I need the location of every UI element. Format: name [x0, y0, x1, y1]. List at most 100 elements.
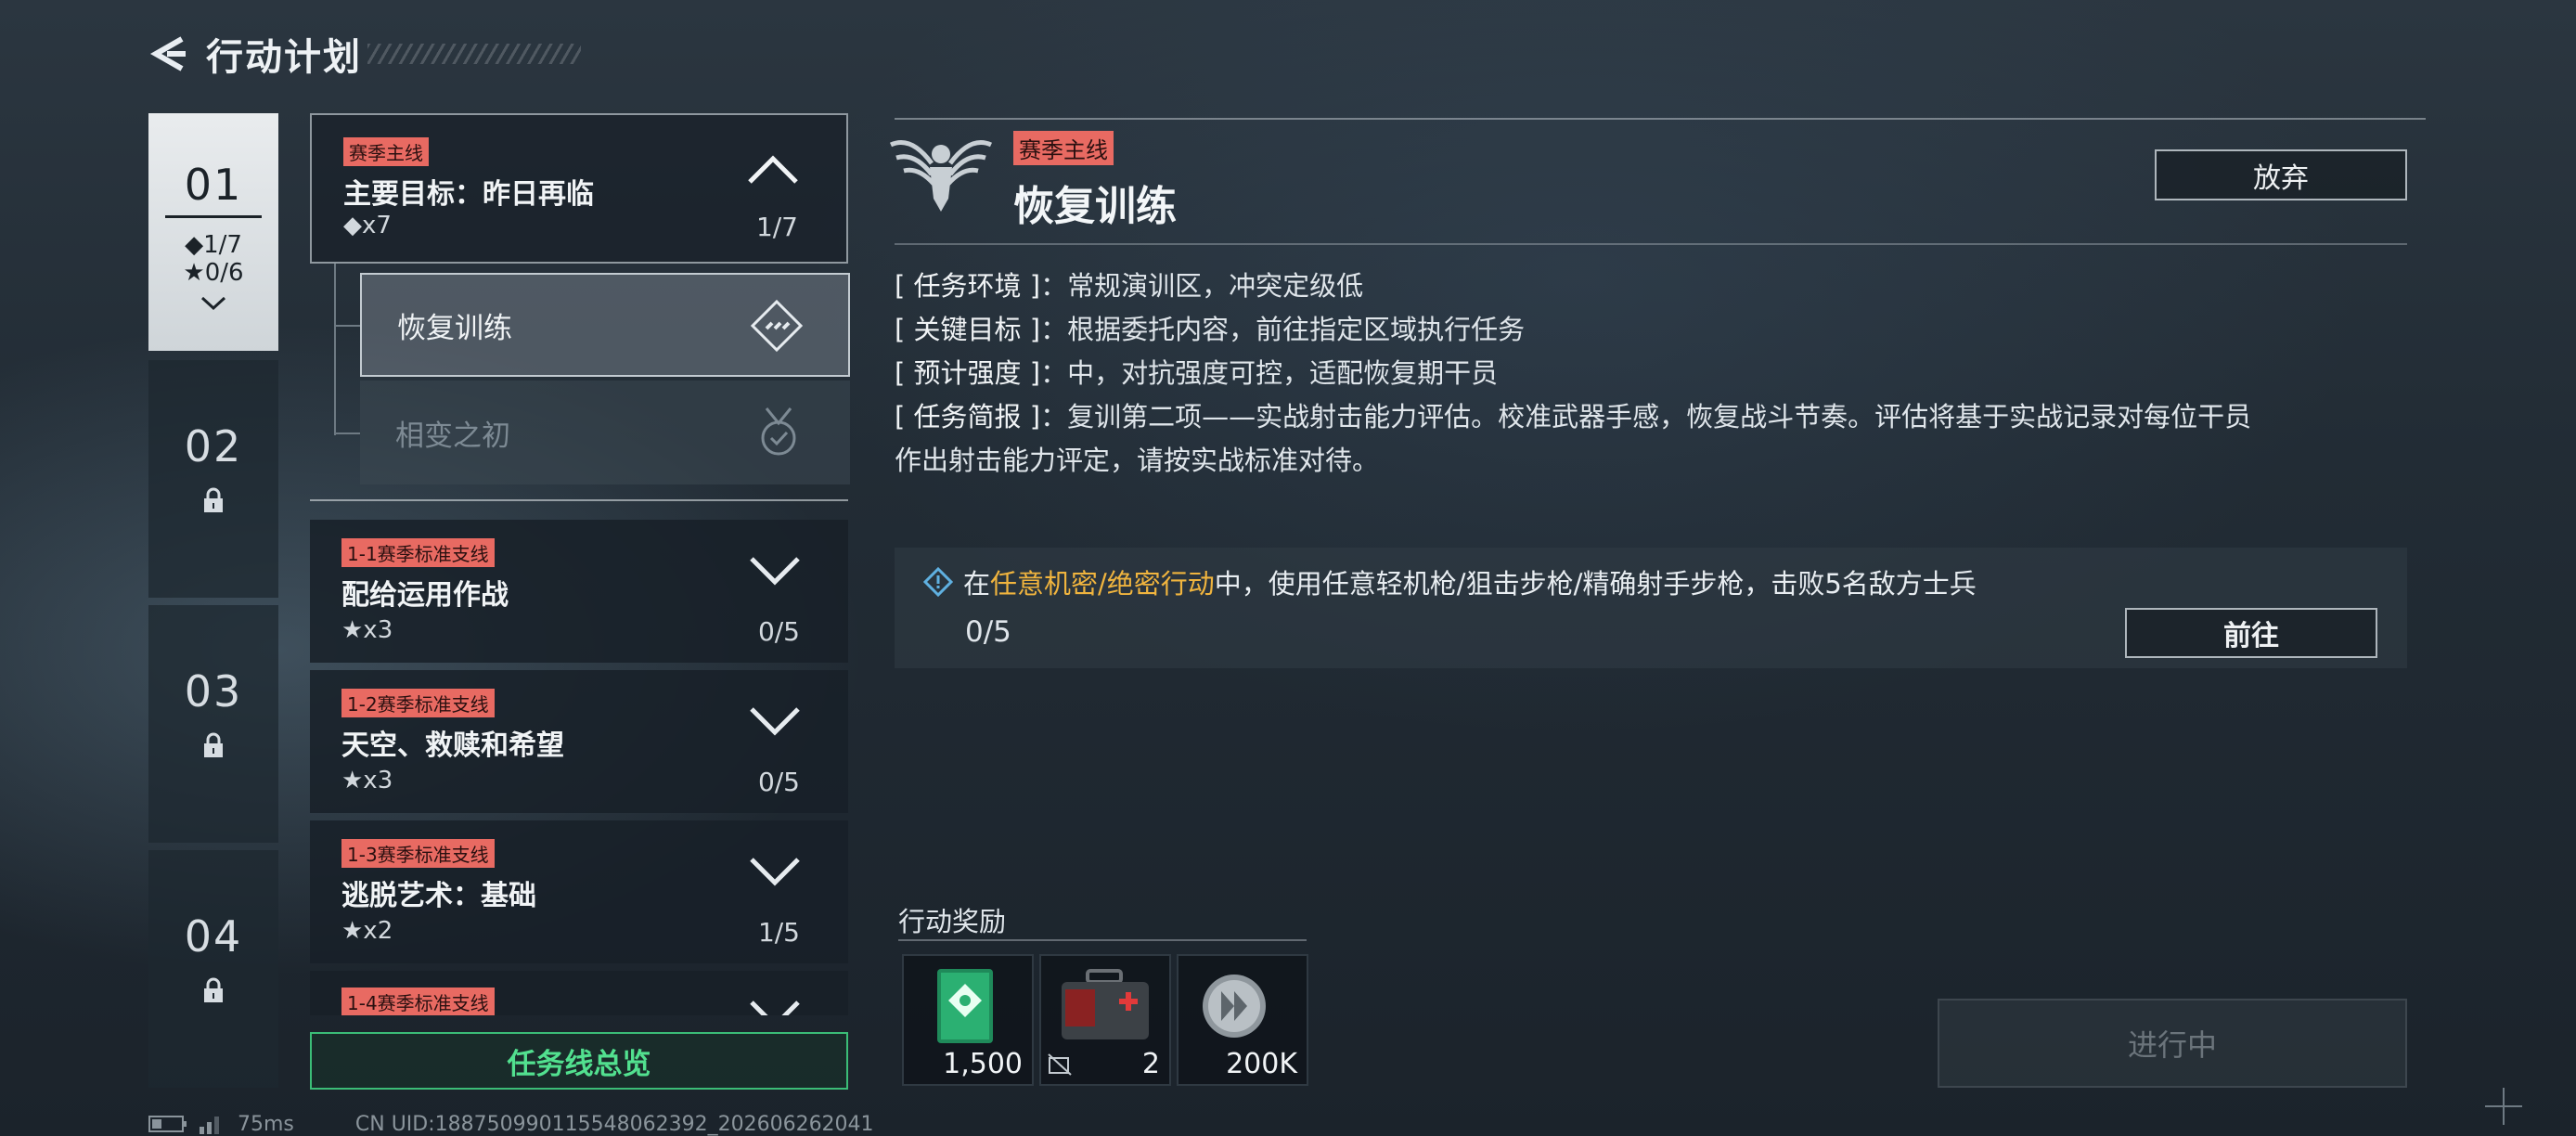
chapter-tab-01[interactable]: 01 ◆1/7 ★0/6	[148, 113, 278, 351]
objective-progress: 0/5	[965, 615, 1011, 649]
info-value: ：根据委托内容，前往指定区域执行任务	[1040, 314, 1526, 345]
sub-quest[interactable]: 相变之初	[360, 381, 850, 484]
info-key: [ 任务环境 ]	[895, 270, 1041, 302]
info-key: [ 关键目标 ]	[895, 314, 1041, 345]
reward-item[interactable]: 1,500	[902, 954, 1034, 1086]
quest-name: 逃脱艺术：基础	[341, 880, 536, 912]
chapter-number: 04	[184, 911, 243, 962]
reward-amount: 2	[1141, 1048, 1160, 1080]
quest-reward: ★x3	[341, 767, 393, 794]
quest-tag: 赛季主线	[343, 137, 429, 166]
quest-card[interactable]: 1-2赛季标准支线 天空、救赎和希望 ★x3 0/5	[310, 670, 848, 813]
divider	[895, 243, 2407, 245]
plus-icon	[2485, 1088, 2522, 1125]
lock-icon	[204, 487, 223, 512]
objective-text-part: 在	[963, 568, 991, 600]
divider	[895, 118, 2426, 120]
quest-progress: 1/7	[755, 212, 798, 242]
abandon-button[interactable]: 放弃	[2155, 149, 2407, 200]
chapter-number: 02	[184, 421, 243, 471]
info-briefing-cont: 作出射击能力评定，请按实战标准对待。	[895, 445, 1380, 476]
quest-tag: 1-1赛季标准支线	[341, 538, 495, 567]
quest-card[interactable]: 1-1赛季标准支线 配给运用作战 ★x3 0/5	[310, 520, 848, 663]
info-key: [ 预计强度 ]	[895, 357, 1041, 389]
info-value: ：复训第二项——实战射击能力评估。校准武器手感，恢复战斗节奏。评估将基于实战记录…	[1040, 401, 2252, 432]
chevron-down-icon[interactable]	[748, 856, 802, 887]
reward-amount: 200K	[1226, 1048, 1297, 1080]
chevron-down-icon[interactable]	[748, 999, 802, 1015]
battery-icon	[148, 1116, 187, 1132]
in-progress-button: 进行中	[1938, 999, 2407, 1088]
alert-diamond-icon	[923, 567, 953, 597]
sub-quest-selected[interactable]: 恢复训练	[360, 273, 850, 377]
in-progress-diamond-icon	[750, 299, 804, 353]
quest-progress: 0/5	[757, 616, 800, 647]
objective-text: 在任意机密/绝密行动中，使用任意轻机枪/狙击步枪/精确射手步枪，击败5名敌方士兵	[963, 562, 1977, 601]
quest-name: 天空、救赎和希望	[341, 729, 564, 762]
chevron-down-icon	[200, 296, 226, 311]
chapter-tab-03[interactable]: 03	[148, 605, 278, 843]
quest-card[interactable]: 1-3赛季标准支线 逃脱艺术：基础 ★x2 1/5	[310, 820, 848, 963]
divider	[165, 215, 262, 218]
goto-button[interactable]: 前往	[2125, 608, 2377, 658]
divider	[898, 939, 1307, 941]
rewards-label: 行动奖励	[898, 906, 1007, 937]
header: 行动计划	[148, 26, 581, 82]
back-arrow-icon[interactable]	[148, 33, 189, 74]
detail-tag: 赛季主线	[1013, 131, 1114, 165]
info-briefing: [ 任务简报 ]：复训第二项——实战射击能力评估。校准武器手感，恢复战斗节奏。评…	[895, 395, 2251, 434]
no-trade-icon	[1048, 1053, 1072, 1076]
chapter-tab-02[interactable]: 02	[148, 360, 278, 598]
silver-coin-icon	[1203, 975, 1266, 1038]
ping: 75ms	[238, 1112, 294, 1136]
info-value: ：常规演训区，冲突定级低	[1040, 270, 1364, 302]
tree-connector	[334, 325, 360, 327]
tree-connector	[334, 264, 336, 435]
info-value: ：中，对抗强度可控，适配恢复期干员	[1040, 357, 1499, 389]
green-badge-icon	[937, 969, 993, 1043]
quest-overview-button[interactable]: 任务线总览	[310, 1032, 848, 1090]
chapter-tab-04[interactable]: 04	[148, 850, 278, 1088]
chevron-down-icon[interactable]	[748, 705, 802, 737]
quest-progress: 0/5	[757, 767, 800, 797]
reward-item[interactable]: 200K	[1177, 954, 1308, 1086]
quest-name: 配给运用作战	[341, 579, 509, 612]
quest-name: 主要目标：昨日再临	[343, 178, 594, 211]
chapter-number: 01	[184, 160, 243, 210]
title-decoration	[367, 44, 581, 64]
main-quest-card[interactable]: 赛季主线 主要目标：昨日再临 ◆x7 1/7	[310, 113, 848, 264]
user-uid: CN UID:18875099011554806​2392_2026062620…	[354, 1112, 874, 1136]
info-environment: [ 任务环境 ]：常规演训区，冲突定级低	[895, 265, 1363, 303]
chapter-star-progress: ★0/6	[183, 259, 244, 287]
chevron-down-icon[interactable]	[748, 555, 802, 587]
page-title: 行动计划	[206, 36, 362, 79]
quest-reward: ★x3	[341, 616, 393, 644]
quest-tag: 1-3赛季标准支线	[341, 839, 495, 868]
sub-quest-name: 相变之初	[395, 419, 510, 453]
chapter-number: 03	[184, 666, 243, 716]
detail-title: 恢复训练	[1013, 183, 1177, 230]
eagle-emblem-icon	[889, 140, 993, 212]
status-bar: 75ms CN UID:18875099011554806​2392_20260…	[148, 1112, 874, 1136]
quest-reward: ★x2	[341, 917, 393, 945]
objective-highlight: 任意机密/绝密行动	[990, 568, 1215, 600]
info-key-target: [ 关键目标 ]：根据委托内容，前往指定区域执行任务	[895, 308, 1525, 347]
medal-check-icon	[761, 407, 796, 456]
quest-progress: 1/5	[757, 917, 800, 948]
info-key: [ 任务简报 ]	[895, 401, 1041, 432]
objective-text-part: 中，使用任意轻机枪/狙击步枪/精确射手步枪，击败5名敌方士兵	[1214, 568, 1977, 600]
chevron-up-icon[interactable]	[746, 154, 800, 186]
chapter-diamond-progress: ◆1/7	[185, 231, 242, 259]
info-intensity: [ 预计强度 ]：中，对抗强度可控，适配恢复期干员	[895, 352, 1498, 391]
sub-quest-name: 恢复训练	[397, 311, 512, 345]
lock-icon	[204, 732, 223, 757]
list-divider	[310, 499, 848, 501]
quest-card[interactable]: 1-4赛季标准支线	[310, 971, 848, 1015]
quest-tag: 1-2赛季标准支线	[341, 689, 495, 717]
medkit-icon	[1062, 969, 1149, 1039]
reward-item[interactable]: 2	[1039, 954, 1171, 1086]
tree-connector	[334, 432, 360, 434]
signal-icon	[200, 1117, 219, 1134]
lock-icon	[204, 977, 223, 1002]
quest-reward: ◆x7	[343, 212, 392, 239]
